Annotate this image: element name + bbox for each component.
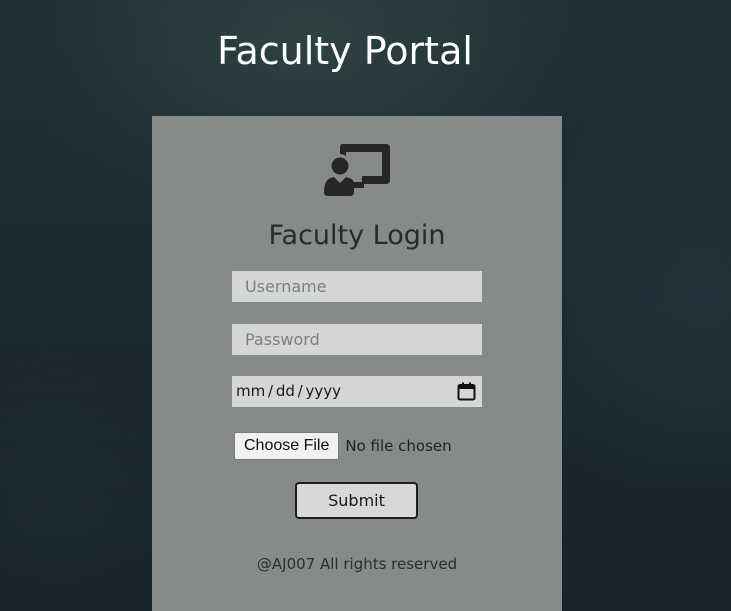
choose-file-button[interactable]: Choose File bbox=[234, 432, 340, 460]
password-input[interactable] bbox=[232, 324, 482, 355]
username-input[interactable] bbox=[232, 271, 482, 302]
file-status-text: No file chosen bbox=[345, 437, 452, 455]
page-title: Faculty Portal bbox=[217, 29, 473, 73]
submit-button[interactable]: Submit bbox=[295, 482, 418, 519]
login-title: Faculty Login bbox=[268, 220, 446, 251]
chalkboard-teacher-icon bbox=[324, 144, 390, 196]
copyright-footer: @AJ007 All rights reserved bbox=[256, 555, 458, 573]
login-card: Faculty Login mm / dd / yyyy Choose File… bbox=[152, 116, 562, 611]
calendar-icon[interactable] bbox=[457, 382, 476, 401]
date-placeholder: mm / dd / yyyy bbox=[236, 382, 341, 400]
date-input[interactable]: mm / dd / yyyy bbox=[232, 376, 482, 407]
file-upload: Choose File No file chosen bbox=[234, 432, 452, 460]
